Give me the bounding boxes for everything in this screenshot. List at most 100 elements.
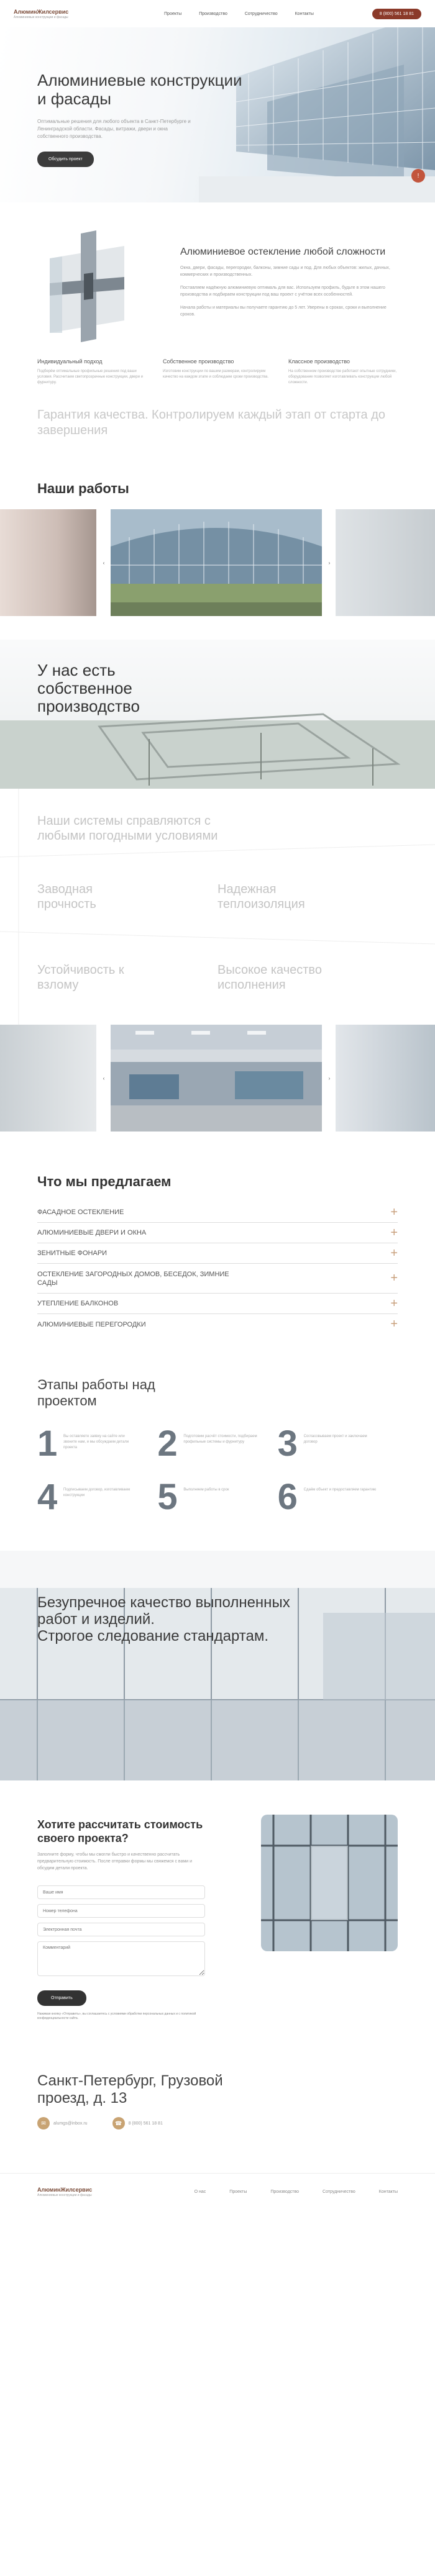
logo-subtitle: Алюминиевые конструкции и фасады [14,15,68,19]
gallery-image [111,1025,322,1132]
hero-section: Алюминиевые конструкции и фасады Оптимал… [0,27,435,202]
banner-line-1: Безупречное качество выполненных работ и… [37,1594,290,1628]
footer-logo-subtitle: Алюминиевые конструкции и фасады [37,2193,92,2197]
email-field[interactable] [37,1923,205,1936]
offer-item[interactable]: Утепление балконов + [37,1294,398,1314]
site-footer: АлюминЖилсервис Алюминиевые конструкции … [0,2173,435,2210]
calculation-form: Хотите рассчитать стоимость своего проек… [37,1818,230,2021]
quality-guarantee-text: Гарантия качества. Контролируем каждый э… [37,408,386,437]
feature-title: Собственное производство [163,358,234,365]
stage-text: Подписываем договор, изготавливаем конст… [63,1488,130,1497]
footer-nav: О нас Проекты Производство Сотрудничеств… [195,2190,398,2194]
footer-nav-item[interactable]: Проекты [229,2190,247,2194]
property-weather: Наши системы справляются с любыми погодн… [37,814,218,843]
logo[interactable]: АлюминЖилсервис Алюминиевые конструкции … [14,9,68,19]
gallery-next-arrow[interactable]: › [325,1074,334,1082]
production-gallery: ‹ › [0,1025,435,1132]
glazing-text: Алюминиевое остекление любой сложности О… [180,246,392,318]
stage-text: Подготовим расчёт стоимости, подбираем п… [183,1435,257,1444]
gallery-prev-arrow[interactable]: ‹ [99,558,108,567]
gallery-image [336,1025,435,1132]
property-quality: Высокое качество исполнения [218,963,322,992]
offer-label: Утепление балконов [37,1300,119,1307]
offers-section: Что мы предлагаем Фасадное остекление + … [0,1174,435,1335]
properties-section: Наши системы справляются с любыми погодн… [0,789,435,1025]
mail-icon: ✉ [37,2117,50,2129]
hero-badge[interactable]: ! [411,169,425,183]
stage-number: 1 [37,1423,58,1464]
offer-label: Алюминиевые перегородки [37,1320,146,1328]
gallery-image [0,1025,96,1132]
stage-number: 5 [157,1477,178,1517]
offer-label: Зенитные фонари [37,1249,108,1257]
contact-row: ✉ alumgs@inbox.ru ☎ 8 (800) 561 18 81 [37,2117,398,2129]
plus-icon[interactable]: + [390,1205,398,1220]
nav-item-projects[interactable]: Проекты [164,12,181,16]
feature-item: Классное производство На собственном про… [288,358,398,386]
phone-field[interactable] [37,1904,205,1918]
works-section: Наши работы ‹ › [0,481,435,616]
email-contact[interactable]: ✉ alumgs@inbox.ru [37,2117,88,2129]
nav-item-cooperation[interactable]: Сотрудничество [245,12,278,16]
comment-field[interactable] [37,1941,205,1976]
plus-icon[interactable]: + [390,1226,398,1240]
contacts-section: Санкт-Петербург, Грузовой проезд, д. 13 … [0,2072,435,2129]
stage-text: Вы оставляете заявку на сайте или звонит… [63,1435,129,1449]
property-insulation: Надежная теплоизоляция [218,882,305,911]
plus-icon[interactable]: + [390,1246,398,1261]
offer-item[interactable]: Зенитные фонари + [37,1243,398,1264]
stage-text: Сдаём объект и предоставляем гарантию [303,1488,377,1492]
footer-nav-item[interactable]: О нас [195,2190,206,2194]
nav-item-contacts[interactable]: Контакты [295,12,314,16]
hero-description: Оптимальные решения для любого объекта в… [37,119,191,139]
plus-icon[interactable]: + [390,1271,398,1286]
stage-text: Выполняем работы в срок [183,1488,229,1492]
banner-background-image [0,1551,435,1780]
site-header: АлюминЖилсервис Алюминиевые конструкции … [0,0,435,27]
production-title: У нас есть собственное производство [37,661,140,715]
offer-label: Фасадное остекление [37,1209,124,1216]
gallery-prev-arrow[interactable]: ‹ [99,1074,108,1082]
phone-value: 8 (800) 561 18 81 [128,2121,163,2126]
discuss-project-button[interactable]: Обсудить проект [37,152,94,167]
send-button[interactable]: Отправить [37,1990,86,2006]
footer-logo-title: АлюминЖилсервис [37,2187,93,2193]
offer-label: Остекление загородных домов, беседок, зи… [37,1270,229,1287]
footer-nav-item[interactable]: Производство [270,2190,299,2194]
offer-item[interactable]: Алюминиевые перегородки + [37,1314,398,1335]
offer-item[interactable]: Остекление загородных домов, беседок, зи… [37,1264,398,1294]
footer-nav-item[interactable]: Контакты [379,2190,398,2194]
glazing-paragraph-2: Поставляем надёжную алюминиевую оптималь… [180,286,385,297]
offer-item[interactable]: Фасадное остекление + [37,1202,398,1223]
plus-icon[interactable]: + [390,1297,398,1311]
stage-item: 4 Подписываем договор, изготавливаем конс… [37,1479,157,1515]
phone-contact[interactable]: ☎ 8 (800) 561 18 81 [112,2117,163,2129]
main-nav: Проекты Производство Сотрудничество Конт… [164,12,314,16]
footer-nav-item[interactable]: Сотрудничество [323,2190,355,2194]
quality-banner: Безупречное качество выполненных работ и… [0,1551,435,1780]
nav-item-production[interactable]: Производство [199,12,227,16]
stage-number: 2 [157,1423,178,1464]
aluminium-profile-image [50,230,124,342]
stage-number: 3 [277,1423,298,1464]
gallery-next-arrow[interactable]: › [325,558,334,567]
offer-item[interactable]: Алюминиевые двери и окна + [37,1223,398,1243]
name-field[interactable] [37,1885,205,1899]
hero-title: Алюминиевые конструкции и фасады [37,71,242,108]
offers-title: Что мы предлагаем [37,1174,172,1189]
offers-list: Фасадное остекление + Алюминиевые двери … [0,1202,435,1335]
gallery-image [0,509,96,616]
banner-text: Безупречное качество выполненных работ и… [37,1594,311,1644]
calculation-title: Хотите рассчитать стоимость своего проек… [37,1818,203,1844]
calculation-section: Хотите рассчитать стоимость своего проек… [0,1799,435,2054]
feature-text: Изготовим конструкции по вашим размерам,… [163,370,269,379]
feature-title: Классное производство [288,358,350,365]
glazing-paragraph-1: Окна, двери, фасады, перегородки, балкон… [180,266,390,277]
phone-button[interactable]: 8 (800) 561 18 81 [372,8,421,19]
features-list: Индивидуальный подход Подберём оптимальн… [37,358,398,386]
stages-title: Этапы работы над проектом [37,1377,155,1408]
feature-text: На собственном производстве работают опы… [288,370,397,384]
plus-icon[interactable]: + [390,1317,398,1331]
offer-label: Алюминиевые двери и окна [37,1229,147,1236]
footer-logo[interactable]: АлюминЖилсервис Алюминиевые конструкции … [37,2187,92,2197]
